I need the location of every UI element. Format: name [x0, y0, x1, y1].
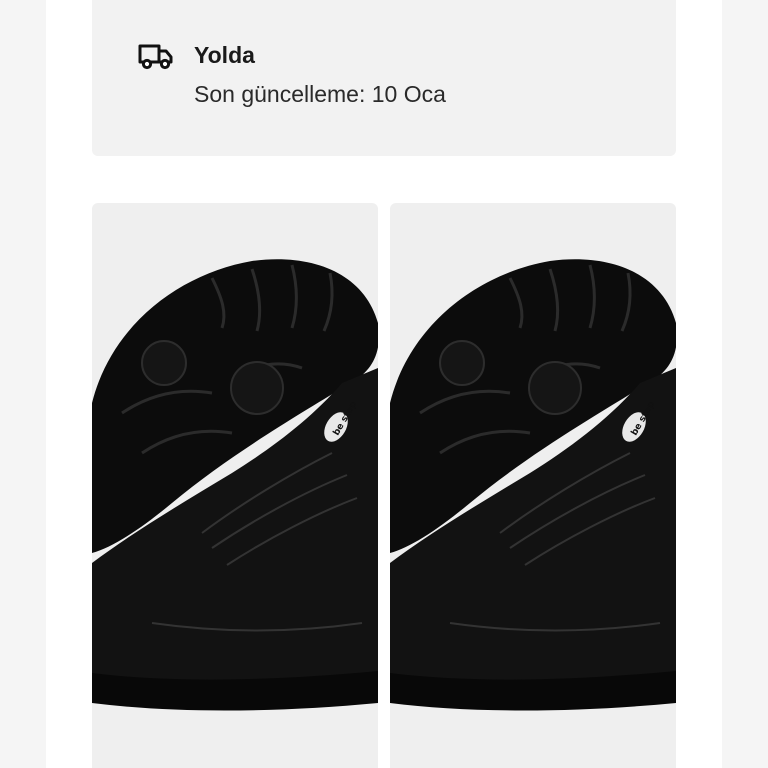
truck-icon: [138, 44, 173, 70]
product-image-card[interactable]: be step: [390, 203, 676, 768]
product-image: be step: [92, 259, 378, 711]
shipment-last-update: Son güncelleme: 10 Oca: [194, 81, 446, 107]
product-image: be step: [390, 259, 676, 711]
shipment-status-title: Yolda: [194, 42, 255, 68]
order-detail-page: Yolda Son güncelleme: 10 Oca be step be …: [46, 0, 722, 768]
shipment-status-card[interactable]: Yolda Son güncelleme: 10 Oca: [92, 0, 676, 156]
product-image-card[interactable]: be step: [92, 203, 378, 768]
